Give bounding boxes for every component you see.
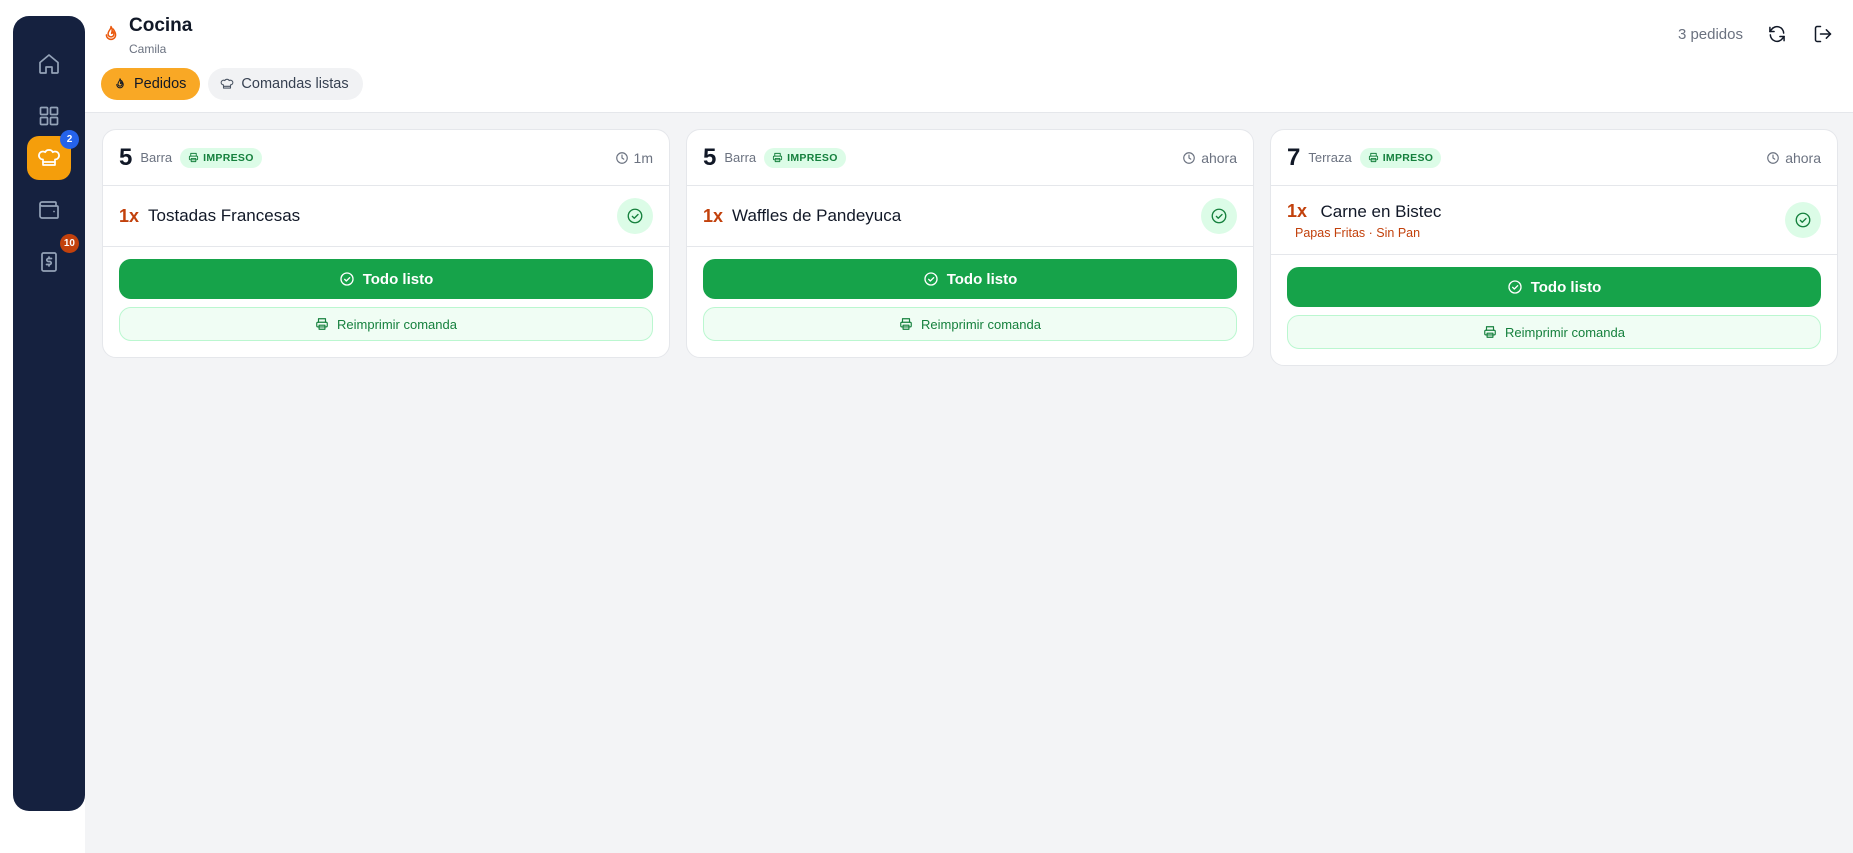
page-title: Cocina (129, 15, 193, 36)
kitchen-badge: 2 (60, 130, 79, 149)
title-block: Cocina Camila (101, 14, 192, 56)
check-circle-icon (924, 272, 938, 286)
zone-label: Terraza (1308, 150, 1352, 165)
zone-label: Barra (724, 150, 757, 165)
status-badge: IMPRESO (180, 147, 262, 168)
printer-icon (316, 318, 328, 330)
status-badge: IMPRESO (1359, 147, 1442, 168)
order-item: 1x Tostadas Francesas (103, 186, 669, 247)
tab-comandas-listas[interactable]: Comandas listas (208, 68, 363, 100)
reprint-label: Reimprimir comanda (1505, 324, 1625, 340)
all-ready-label: Todo listo (946, 270, 1018, 288)
reprint-label: Reimprimir comanda (337, 316, 457, 332)
logout-button[interactable] (1811, 22, 1835, 46)
printer-icon (189, 152, 199, 163)
reprint-button[interactable]: Reimprimir comanda (703, 307, 1237, 341)
all-ready-button[interactable]: Todo listo (119, 259, 653, 299)
status-label: IMPRESO (787, 151, 838, 164)
clock-icon (1183, 151, 1196, 164)
all-ready-button[interactable]: Todo listo (1287, 267, 1821, 307)
time-label: 1m (633, 149, 653, 166)
check-circle-icon (1795, 212, 1811, 228)
all-ready-label: Todo listo (362, 270, 434, 288)
wallet-icon (39, 201, 59, 219)
clock-icon (615, 151, 628, 164)
printer-icon (900, 318, 912, 330)
printer-icon (773, 152, 783, 163)
orders-area: 5 Barra IMPRESO 1m 1x Tostadas Francesas (85, 113, 1853, 853)
order-count: 3 pedidos (1677, 25, 1743, 43)
nav-wallet-button[interactable] (27, 188, 71, 232)
clock-icon (1767, 151, 1780, 164)
tab-pedidos[interactable]: Pedidos (101, 68, 201, 100)
mark-item-ready-button[interactable] (617, 198, 653, 234)
printer-icon (1484, 326, 1496, 338)
elapsed-time: ahora (1766, 150, 1821, 166)
printer-icon (1368, 152, 1378, 163)
chef-hat-icon (38, 149, 60, 166)
flame-icon (101, 14, 121, 49)
item-quantity: 1x (703, 205, 724, 226)
home-icon (39, 54, 59, 74)
receipt-dollar-icon (41, 252, 57, 272)
refresh-icon (1769, 25, 1785, 43)
tab-bar: Pedidos Comandas listas (101, 68, 363, 100)
order-item: 1x Carne en Bistec Papas Fritas · Sin Pa… (1271, 186, 1837, 255)
item-modifiers: Papas Fritas · Sin Pan (1295, 225, 1421, 240)
check-circle-icon (1211, 208, 1227, 224)
item-name: Tostadas Francesas (148, 206, 301, 225)
sidebar: 2 10 (13, 16, 85, 811)
check-circle-icon (1508, 280, 1522, 294)
table-number: 5 (119, 143, 133, 171)
order-actions: Todo listo Reimprimir comanda (103, 247, 669, 357)
order-card-header: 7 Terraza IMPRESO ahora (1271, 130, 1837, 186)
order-card: 5 Barra IMPRESO ahora 1x Waffles de Pand… (686, 129, 1254, 358)
mark-item-ready-button[interactable] (1201, 198, 1237, 234)
reprint-label: Reimprimir comanda (921, 316, 1041, 332)
item-name: Waffles de Pandeyuca (732, 206, 902, 225)
all-ready-button[interactable]: Todo listo (703, 259, 1237, 299)
status-label: IMPRESO (1382, 151, 1434, 164)
flame-icon (116, 78, 124, 89)
logout-icon (1814, 25, 1832, 43)
nav-home-button[interactable] (27, 42, 71, 86)
elapsed-time: 1m (615, 150, 653, 166)
all-ready-label: Todo listo (1530, 278, 1602, 296)
user-name: Camila (129, 42, 167, 56)
tab-label: Comandas listas (241, 76, 349, 92)
item-quantity: 1x (119, 205, 140, 226)
nav-kitchen-button[interactable]: 2 (27, 130, 79, 180)
check-circle-icon (627, 208, 643, 224)
billing-badge: 10 (59, 234, 79, 253)
check-circle-icon (340, 272, 354, 286)
order-actions: Todo listo Reimprimir comanda (1271, 255, 1837, 365)
tab-label: Pedidos (134, 76, 187, 92)
reprint-button[interactable]: Reimprimir comanda (119, 307, 653, 341)
grid-icon (39, 106, 59, 126)
chef-hat-icon (221, 78, 234, 89)
status-badge: IMPRESO (764, 147, 846, 168)
order-cards: 5 Barra IMPRESO 1m 1x Tostadas Francesas (102, 129, 1838, 366)
table-number: 7 (1287, 143, 1301, 171)
table-number: 5 (703, 143, 717, 171)
order-card: 7 Terraza IMPRESO ahora 1x Carne en Bist… (1270, 129, 1838, 366)
time-label: ahora (1201, 149, 1237, 166)
item-quantity: 1x (1287, 200, 1308, 221)
header: Cocina Camila Pedidos Comandas listas 3 … (85, 0, 1853, 113)
item-name: Carne en Bistec (1320, 201, 1442, 221)
reprint-button[interactable]: Reimprimir comanda (1287, 315, 1821, 349)
mark-item-ready-button[interactable] (1785, 202, 1821, 238)
time-label: ahora (1785, 149, 1821, 166)
order-card-header: 5 Barra IMPRESO ahora (687, 130, 1253, 186)
elapsed-time: ahora (1182, 150, 1237, 166)
zone-label: Barra (140, 150, 173, 165)
header-actions: 3 pedidos (1678, 22, 1835, 46)
order-item: 1x Waffles de Pandeyuca (687, 186, 1253, 247)
order-card-header: 5 Barra IMPRESO 1m (103, 130, 669, 186)
order-actions: Todo listo Reimprimir comanda (687, 247, 1253, 357)
refresh-button[interactable] (1765, 22, 1789, 46)
nav-billing-button[interactable]: 10 (27, 234, 79, 284)
order-card: 5 Barra IMPRESO 1m 1x Tostadas Francesas (102, 129, 670, 358)
status-label: IMPRESO (203, 151, 254, 164)
